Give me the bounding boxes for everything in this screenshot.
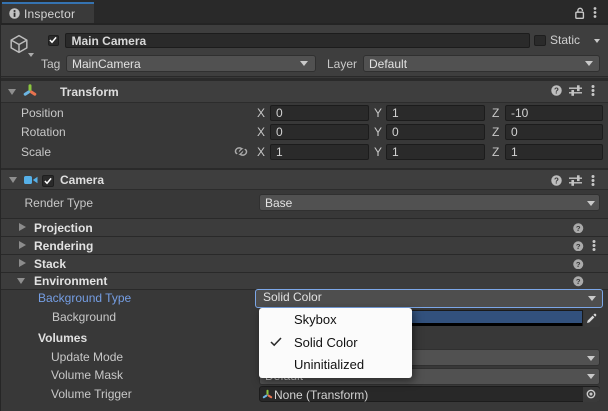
svg-text:?: ? <box>576 241 581 250</box>
svg-text:?: ? <box>554 176 559 185</box>
svg-text:?: ? <box>576 277 581 286</box>
svg-text:?: ? <box>576 223 581 232</box>
svg-text:?: ? <box>576 259 581 268</box>
svg-text:?: ? <box>554 86 559 95</box>
